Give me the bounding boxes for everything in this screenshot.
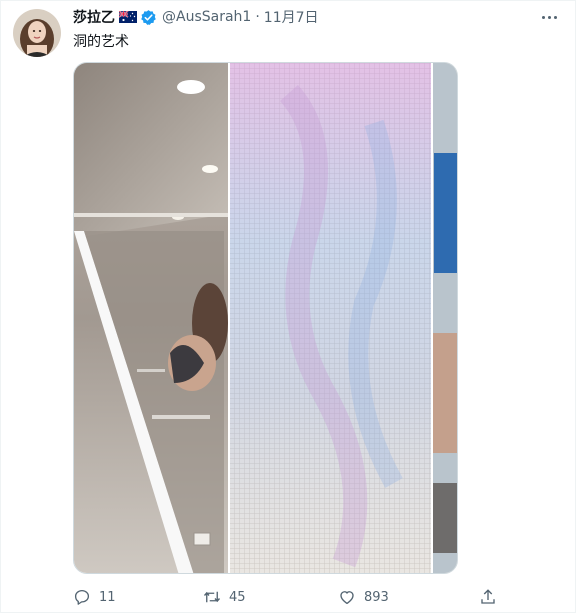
reply-icon [74,589,90,605]
verified-badge-icon [140,9,157,26]
like-icon [340,591,354,605]
tweet-card[interactable]: 莎拉乙 @AusSarah1 · 11月7日 洞的艺术 11 45 893 [0,0,576,613]
avatar[interactable] [13,9,61,57]
author-name[interactable]: 莎拉乙 [73,7,115,27]
tweet-header: 莎拉乙 @AusSarah1 · 11月7日 [73,7,319,27]
reply-count: 11 [99,589,116,605]
more-icon[interactable] [537,7,561,27]
share-button[interactable] [479,586,505,608]
retweet-icon [203,591,221,603]
australia-flag-icon [118,10,137,23]
timestamp[interactable]: 11月7日 [264,7,319,27]
like-button[interactable]: 893 [338,586,389,608]
retweet-count: 45 [229,589,246,605]
tweet-media-image[interactable] [73,62,458,574]
tweet-text: 洞的艺术 [73,34,129,50]
reply-button[interactable]: 11 [73,586,116,608]
like-count: 893 [364,589,389,605]
author-handle[interactable]: @AusSarah1 [162,9,251,25]
separator-dot: · [255,9,260,25]
retweet-button[interactable]: 45 [203,586,246,608]
tweet-actions: 11 45 893 [73,586,503,608]
share-icon [481,589,495,604]
